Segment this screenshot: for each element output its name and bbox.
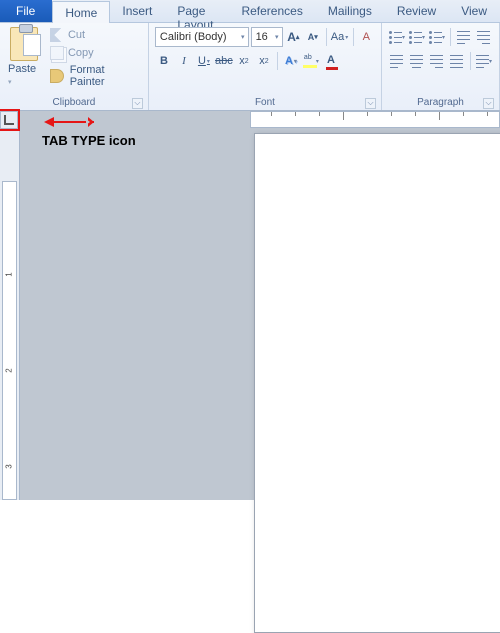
- ruler-mark: 1: [5, 272, 14, 276]
- subscript-button[interactable]: x2: [235, 51, 253, 71]
- line-spacing-button[interactable]: [475, 51, 493, 71]
- tab-references[interactable]: References: [229, 0, 315, 22]
- line-spacing-icon: [476, 54, 488, 68]
- format-painter-button[interactable]: Format Painter: [49, 63, 142, 89]
- superscript-button[interactable]: x2: [255, 51, 273, 71]
- numbering-button[interactable]: [408, 27, 426, 47]
- strikethrough-button[interactable]: abc: [215, 51, 233, 71]
- font-size-combo[interactable]: 16: [251, 27, 283, 47]
- justify-button[interactable]: [448, 51, 466, 71]
- tab-home[interactable]: Home: [52, 1, 110, 23]
- indent-icon: [477, 30, 491, 44]
- paintbrush-icon: [50, 69, 64, 83]
- underline-button[interactable]: U: [195, 51, 213, 71]
- scissors-icon: [50, 28, 64, 42]
- align-left-button[interactable]: [388, 51, 406, 71]
- italic-button[interactable]: I: [175, 51, 193, 71]
- decrease-indent-button[interactable]: [455, 27, 473, 47]
- clipboard-group-label: Clipboard: [4, 96, 144, 110]
- highlighter-icon: [303, 54, 315, 68]
- increase-indent-button[interactable]: [475, 27, 493, 47]
- tab-view[interactable]: View: [449, 0, 500, 22]
- cut-button[interactable]: Cut: [49, 27, 142, 43]
- copy-icon: [50, 46, 64, 60]
- clipboard-icon: [10, 27, 38, 61]
- paragraph-group-label: Paragraph: [386, 96, 495, 110]
- paste-button[interactable]: Paste: [4, 25, 45, 89]
- tab-insert[interactable]: Insert: [110, 0, 165, 22]
- bullets-button[interactable]: [388, 27, 406, 47]
- clear-formatting-button[interactable]: A: [358, 27, 376, 47]
- ruler-mark: 3: [5, 464, 14, 468]
- horizontal-ruler[interactable]: [250, 111, 500, 128]
- separator: [277, 52, 278, 70]
- multilevel-list-button[interactable]: [428, 27, 446, 47]
- annotation-text: TAB TYPE icon: [42, 133, 136, 148]
- justify-icon: [450, 54, 464, 68]
- ruler-mark: 2: [5, 368, 14, 372]
- tab-type-selector[interactable]: [0, 111, 18, 129]
- multilevel-icon: [429, 30, 441, 44]
- document-page[interactable]: [254, 133, 500, 633]
- align-left-icon: [390, 54, 404, 68]
- font-name-combo[interactable]: Calibri (Body): [155, 27, 249, 47]
- paste-label: Paste: [8, 63, 41, 87]
- bullets-icon: [389, 30, 401, 44]
- tab-page-layout[interactable]: Page Layout: [165, 0, 229, 22]
- align-right-icon: [430, 54, 444, 68]
- font-color-button[interactable]: A: [322, 51, 340, 71]
- text-effects-button[interactable]: A: [282, 51, 300, 71]
- highlight-button[interactable]: [302, 51, 320, 71]
- tab-stop-icon: [4, 115, 14, 125]
- separator: [353, 28, 354, 46]
- grow-font-button[interactable]: A▴: [285, 27, 303, 47]
- align-right-button[interactable]: [428, 51, 446, 71]
- tab-mailings[interactable]: Mailings: [316, 0, 385, 22]
- copy-button[interactable]: Copy: [49, 45, 142, 61]
- numbering-icon: [409, 30, 421, 44]
- font-group-label: Font: [153, 96, 377, 110]
- separator: [326, 28, 327, 46]
- shrink-font-button[interactable]: A▾: [304, 27, 322, 47]
- vertical-ruler[interactable]: 1 2 3: [0, 111, 20, 500]
- change-case-button[interactable]: Aa: [331, 27, 349, 47]
- vertical-ruler-scale: 1 2 3: [2, 181, 17, 500]
- separator: [470, 52, 471, 70]
- separator: [450, 28, 451, 46]
- bold-button[interactable]: B: [155, 51, 173, 71]
- align-center-button[interactable]: [408, 51, 426, 71]
- annotation-arrow: [44, 117, 94, 127]
- tab-review[interactable]: Review: [385, 0, 449, 22]
- outdent-icon: [457, 30, 471, 44]
- tab-file[interactable]: File: [0, 0, 52, 22]
- align-center-icon: [410, 54, 424, 68]
